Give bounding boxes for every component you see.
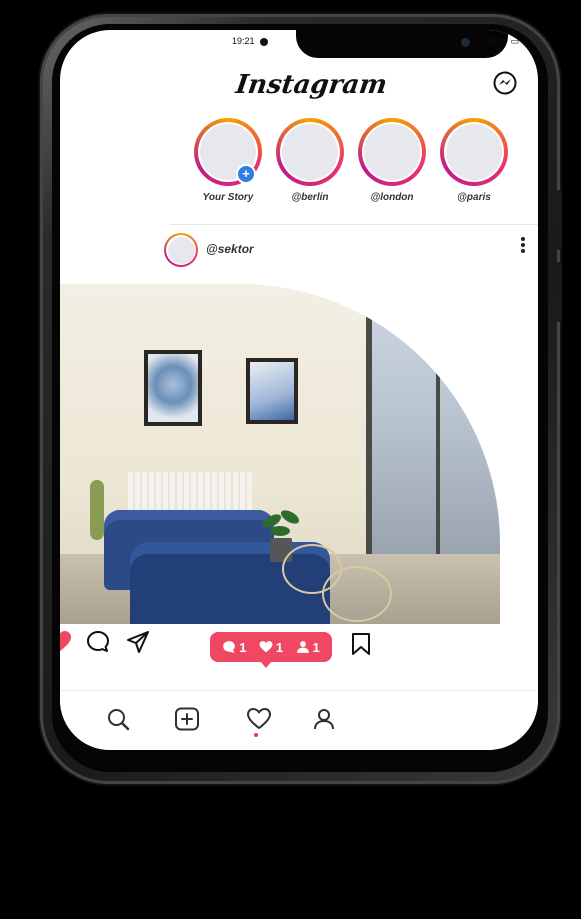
activity-heart-icon[interactable] [246,707,272,736]
power-button [556,262,562,322]
search-icon[interactable] [106,707,130,736]
story-london[interactable]: @london [354,118,430,203]
volume-button [556,190,562,250]
notch [296,30,508,58]
app-title: Instagram [233,70,389,100]
bookmark-icon[interactable] [350,632,372,661]
more-options-icon[interactable] [520,235,526,259]
bottom-tab-bar [60,690,538,750]
framed-picture [246,358,298,424]
user-icon [296,641,309,653]
phone-mockup: 19:21 ıll ≈ ▭ Instagram + Your Story @be… [0,0,581,919]
activity-indicator [254,733,258,737]
heart-icon [259,641,273,653]
story-your-story[interactable]: + Your Story [190,118,266,203]
story-paris[interactable]: @paris [436,118,512,203]
story-label: @london [370,192,414,203]
comment-icon [223,641,236,653]
post-image[interactable] [60,284,500,624]
post-avatar[interactable] [164,233,198,267]
cactus [90,480,104,540]
stories-row: + Your Story @berlin @london @paris [190,118,538,214]
messenger-icon[interactable] [492,70,518,101]
status-time: 19:21 [232,36,255,46]
like-count: 1 [259,640,283,655]
follower-count: 1 [296,640,320,655]
comment-icon[interactable] [86,630,110,659]
camera-icon [461,38,470,47]
comment-count: 1 [222,640,246,655]
notification-badge[interactable]: 1 1 1 [210,632,332,668]
post-header: @sekto​r [164,233,534,273]
divider [170,224,538,225]
framed-picture [144,350,202,426]
status-icons: ıll ≈ ▭ [488,36,520,46]
send-icon[interactable] [126,630,150,659]
story-berlin[interactable]: @berlin [272,118,348,203]
avatar [282,124,338,180]
status-indicator-icon [260,38,268,46]
post-username[interactable]: @sekto​r [206,242,254,256]
story-label: @paris [457,192,491,203]
add-post-icon[interactable] [174,707,200,736]
avatar [364,124,420,180]
home-icon[interactable] [60,707,62,736]
add-story-icon[interactable]: + [236,164,256,184]
avatar [446,124,502,180]
heart-filled-icon[interactable] [60,630,72,659]
profile-icon[interactable] [312,707,336,736]
side-table [322,566,392,622]
story-label: @berlin [291,192,329,203]
story-label: Your Story [202,192,254,203]
